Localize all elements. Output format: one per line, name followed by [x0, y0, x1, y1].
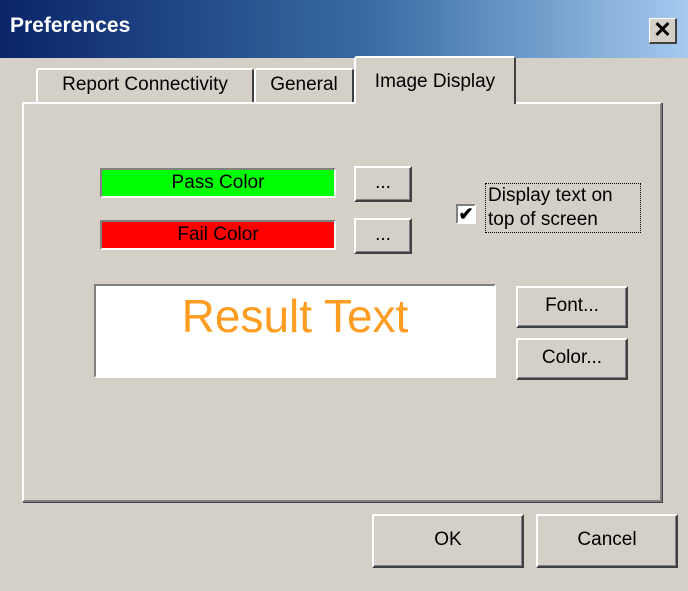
- cancel-label: Cancel: [577, 529, 637, 550]
- preferences-dialog: Preferences ✕ Report Connectivity Genera…: [0, 0, 688, 591]
- pass-color-swatch: Pass Color: [100, 168, 336, 198]
- tab-image-display[interactable]: Image Display: [354, 56, 516, 104]
- font-button-label: Font...: [545, 295, 599, 316]
- ok-label: OK: [434, 529, 462, 550]
- close-button[interactable]: ✕: [649, 18, 677, 44]
- fail-color-swatch: Fail Color: [100, 220, 336, 250]
- pass-color-label: Pass Color: [171, 172, 265, 193]
- tab-report-connectivity[interactable]: Report Connectivity: [36, 68, 254, 102]
- result-text: Result Text: [181, 290, 409, 342]
- tab-label: Report Connectivity: [62, 74, 228, 95]
- ok-button[interactable]: OK: [372, 514, 524, 568]
- window-left-edge: [0, 58, 4, 591]
- window-title: Preferences: [10, 14, 131, 37]
- display-text-on-top-checkbox[interactable]: ✔: [456, 204, 476, 224]
- browse-label: ...: [375, 224, 391, 245]
- color-button[interactable]: Color...: [516, 338, 628, 380]
- title-bar[interactable]: Preferences ✕: [0, 0, 688, 58]
- result-text-preview: Result Text: [94, 284, 496, 378]
- checkmark-icon: ✔: [458, 204, 474, 224]
- fail-color-label: Fail Color: [177, 224, 259, 245]
- font-button[interactable]: Font...: [516, 286, 628, 328]
- display-text-on-top-label[interactable]: Display text on top of screen: [485, 183, 641, 233]
- tab-label: Image Display: [374, 71, 496, 92]
- tab-general[interactable]: General: [254, 68, 354, 102]
- pass-color-browse-button[interactable]: ...: [354, 166, 412, 202]
- tab-label: General: [270, 74, 338, 95]
- fail-color-browse-button[interactable]: ...: [354, 218, 412, 254]
- cancel-button[interactable]: Cancel: [536, 514, 678, 568]
- close-icon: ✕: [653, 17, 672, 42]
- color-button-label: Color...: [541, 347, 603, 368]
- browse-label: ...: [375, 172, 391, 193]
